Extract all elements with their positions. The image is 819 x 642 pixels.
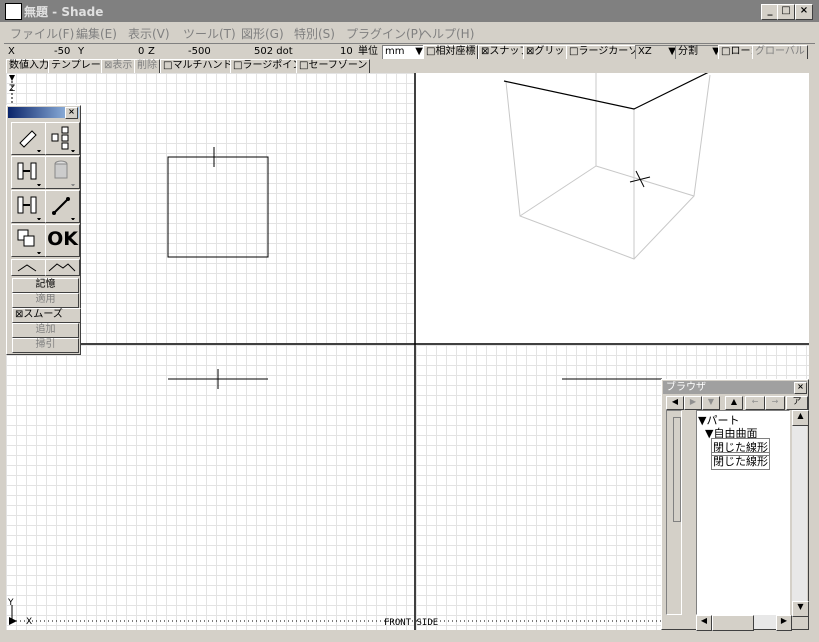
plane-value: XZ xyxy=(638,46,652,57)
scroll-down-icon[interactable]: ▼ xyxy=(792,601,809,617)
line-tool-icon[interactable] xyxy=(45,190,80,223)
chevron-down-icon: ▼ xyxy=(415,46,423,57)
menu-file[interactable]: ファイル(F) xyxy=(10,25,74,42)
z-value[interactable]: -500 xyxy=(188,45,211,59)
copy-tool-icon[interactable] xyxy=(11,224,46,257)
menu-plugin[interactable]: プラグイン(P) xyxy=(346,25,423,42)
title-bar: 無題 - Shade _ □ × xyxy=(0,0,819,22)
smooth-toggle[interactable]: ⊠スムーズ xyxy=(12,308,81,323)
tree-item-closed-line-2[interactable]: 閉じた線形 xyxy=(711,452,770,470)
dot-value: 502 dot xyxy=(254,46,293,57)
z-axis-label: Z xyxy=(9,84,16,94)
tool-palette: × OK 記憶 適用 ⊠スムーズ 追加 掃引 xyxy=(6,105,81,355)
y-label: Y xyxy=(78,46,85,57)
nav-right-icon[interactable]: ▶ xyxy=(684,396,702,410)
scroll-left-icon[interactable]: ◀ xyxy=(696,615,712,631)
scroll-up-icon[interactable]: ▲ xyxy=(792,410,809,426)
window-title: 無題 - Shade xyxy=(24,5,104,19)
ok-button[interactable]: OK xyxy=(45,224,80,257)
view-label: FRONT SIDE xyxy=(384,618,439,628)
action-button[interactable]: ア xyxy=(786,396,808,410)
shape-toolbar: 数値入力 テンプレート ⊠表示 削除 □マルチハンドル □ラージポイント □セー… xyxy=(4,59,815,75)
menu-edit[interactable]: 編集(E) xyxy=(76,25,117,42)
x-axis-arrow xyxy=(9,617,17,625)
browser-left-strip xyxy=(666,410,682,615)
split-value: 分割 xyxy=(678,46,698,57)
cylinder-icon[interactable] xyxy=(45,156,80,189)
add-button[interactable]: 追加 xyxy=(12,323,79,338)
cube-top-edge xyxy=(503,73,709,110)
move-tool-icon[interactable] xyxy=(11,156,46,189)
memory-button[interactable]: 記憶 xyxy=(12,278,79,293)
low-mountain-icon[interactable] xyxy=(11,259,46,276)
scale-tool-icon[interactable] xyxy=(11,190,46,223)
scroll-thumb[interactable] xyxy=(712,615,754,631)
menu-view[interactable]: 表示(V) xyxy=(128,25,170,42)
z-axis-arrow xyxy=(9,75,15,81)
nav-forward-icon[interactable]: → xyxy=(765,396,785,410)
y-value[interactable]: 0 xyxy=(138,45,144,59)
x-value[interactable]: -50 xyxy=(54,45,70,59)
nav-back-icon[interactable]: ← xyxy=(745,396,765,410)
nav-down-icon[interactable]: ▼ xyxy=(702,396,720,410)
close-button[interactable]: × xyxy=(795,4,813,20)
horizontal-scrollbar[interactable]: ◀ ▶ xyxy=(696,615,792,631)
menu-help[interactable]: ヘルプ(H) xyxy=(420,25,474,42)
level-slider[interactable] xyxy=(673,417,681,522)
maximize-button[interactable]: □ xyxy=(777,4,795,20)
z-label: Z xyxy=(148,46,155,57)
menu-tool[interactable]: ツール(T) xyxy=(183,25,236,42)
browser-panel: ブラウザ × ◀ ▶ ▼ ▲ ← → ア ▼パート ▼自由曲面 閉じた線形 閉じ… xyxy=(661,379,809,631)
x-label: X xyxy=(8,46,15,57)
app-icon[interactable] xyxy=(5,3,22,20)
unit-value: mm xyxy=(385,46,405,57)
palette-close-button[interactable]: × xyxy=(65,107,78,119)
high-mountain-icon[interactable] xyxy=(45,259,80,276)
browser-close-button[interactable]: × xyxy=(794,382,807,394)
browser-title[interactable]: ブラウザ xyxy=(663,381,807,394)
pen-tool-icon[interactable] xyxy=(11,122,46,155)
part-tree-icon[interactable] xyxy=(45,122,80,155)
nav-left-icon[interactable]: ◀ xyxy=(666,396,684,410)
sweep-button[interactable]: 掃引 xyxy=(12,338,79,353)
scroll-right-icon[interactable]: ▶ xyxy=(776,615,792,631)
y-axis-label: Y xyxy=(8,598,14,608)
coordinate-toolbar: X -50 Y 0 Z -500 502 dot 10 単位 mm ▼ □相対座標… xyxy=(4,43,815,61)
unit-label: 単位 xyxy=(358,46,378,57)
rectangle-shape xyxy=(167,156,269,258)
apply-button[interactable]: 適用 xyxy=(12,293,79,308)
grid-size-value[interactable]: 10 xyxy=(340,45,353,59)
menu-special[interactable]: 特別(S) xyxy=(294,25,335,42)
part-tree: ▼パート ▼自由曲面 閉じた線形 閉じた線形 xyxy=(696,410,790,615)
nav-up-icon[interactable]: ▲ xyxy=(725,396,743,410)
x-axis-label: X xyxy=(26,617,33,627)
vertical-scrollbar[interactable]: ▲ ▼ xyxy=(792,410,809,617)
cube-wireframe xyxy=(505,73,711,260)
menu-shape[interactable]: 図形(G) xyxy=(241,25,284,42)
menu-bar: ファイル(F) 編集(E) 表示(V) ツール(T) 図形(G) 特別(S) プ… xyxy=(0,22,819,42)
